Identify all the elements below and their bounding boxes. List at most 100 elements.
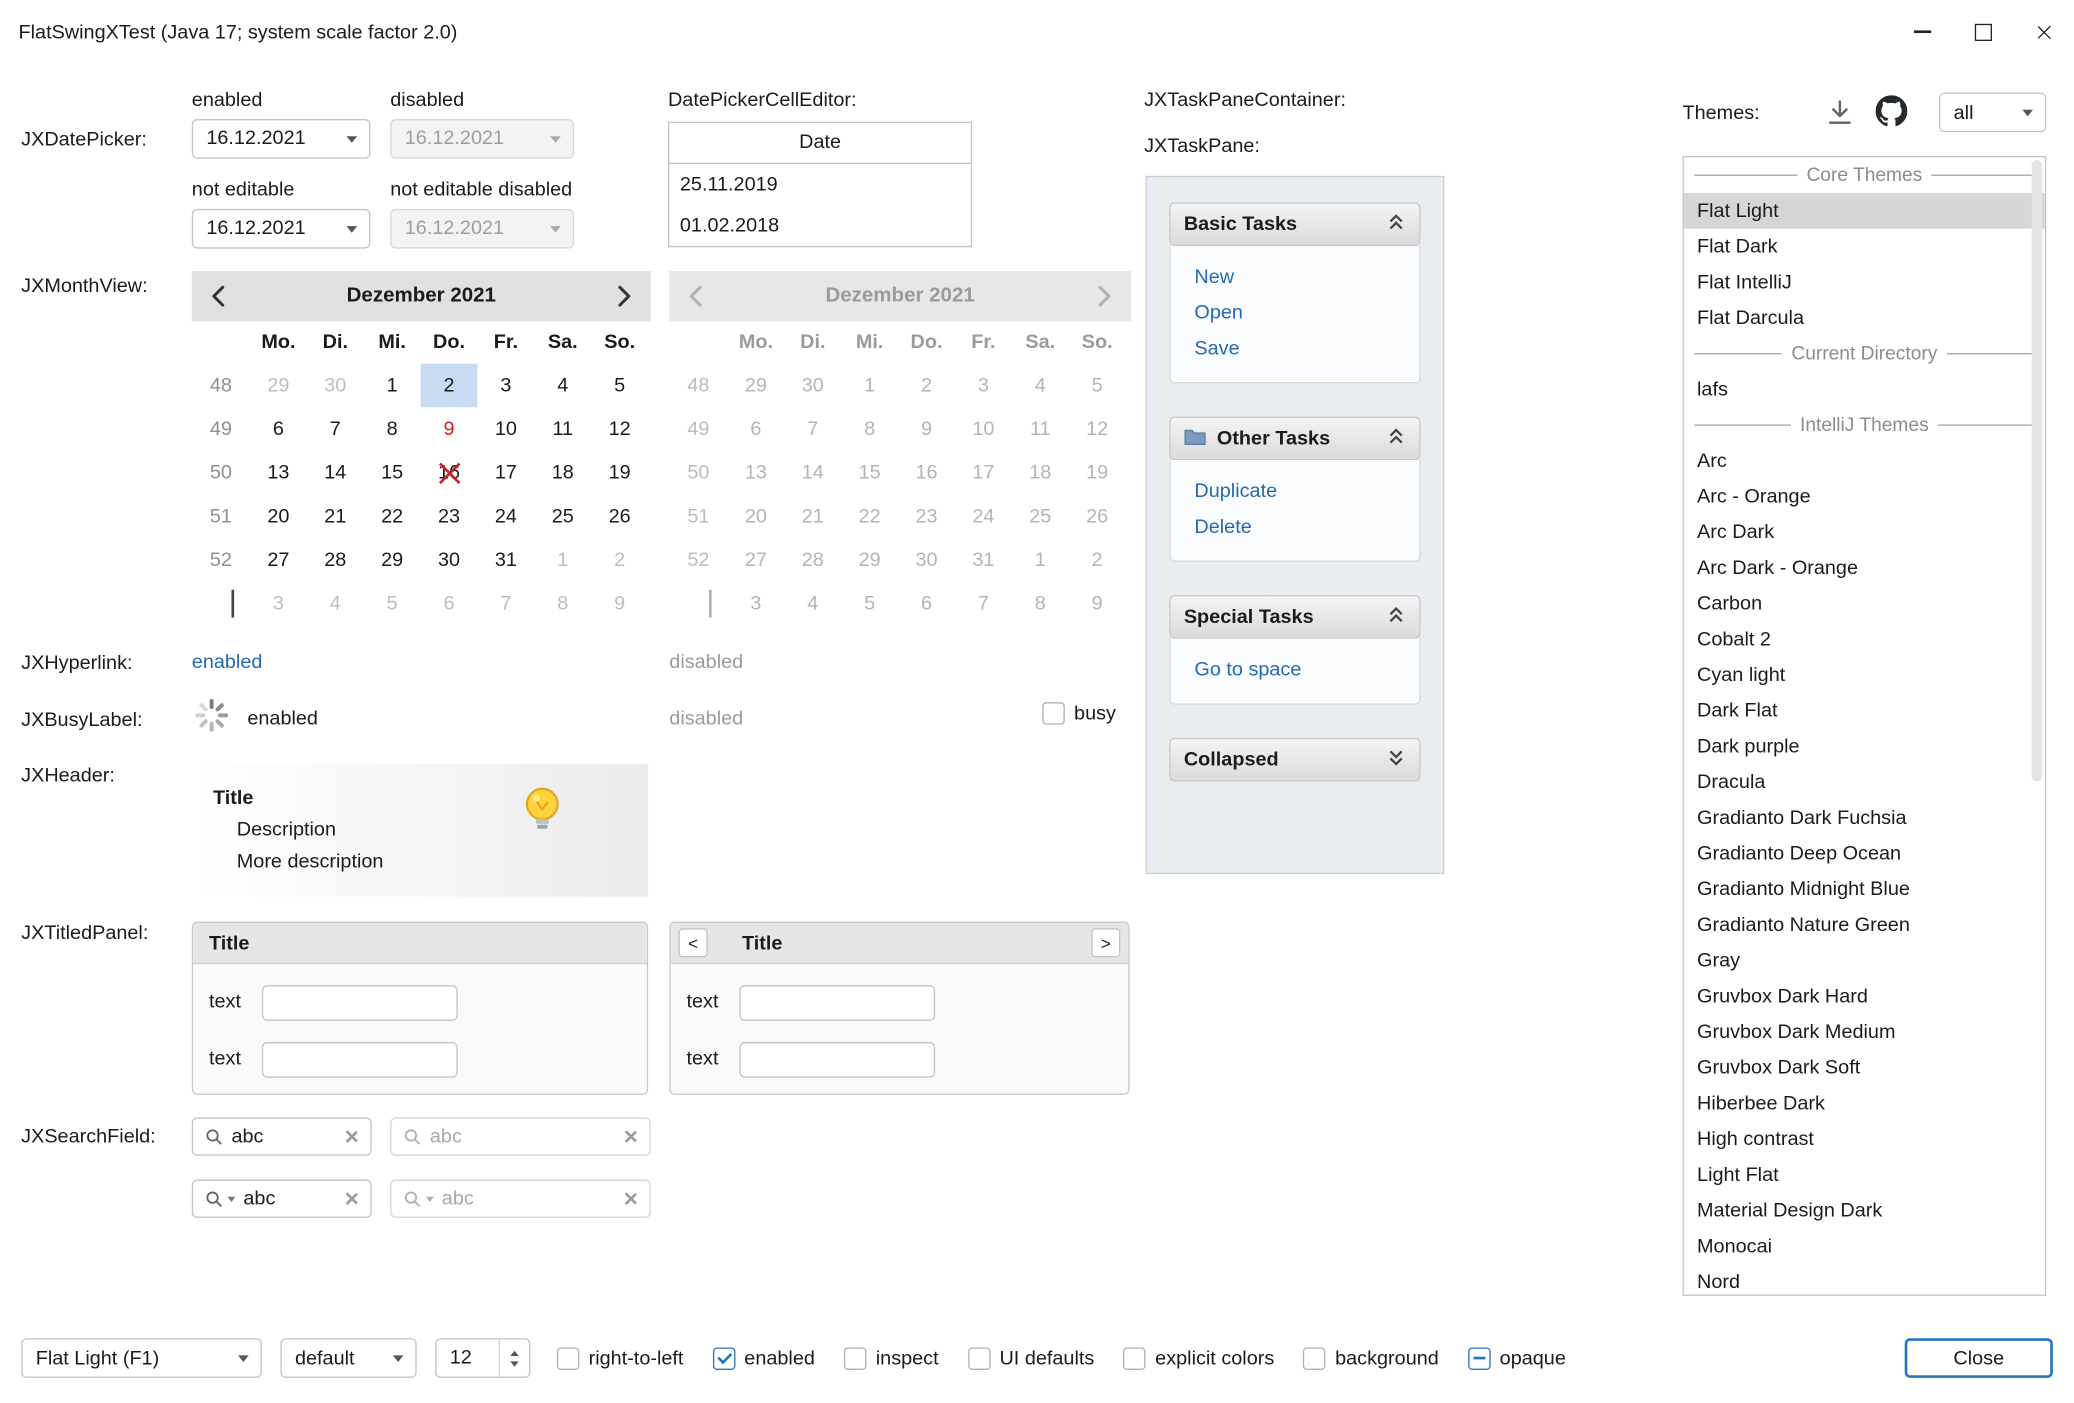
checkbox-background[interactable]: background [1303,1347,1438,1369]
taskpane-header[interactable]: Other Tasks [1169,417,1420,461]
calendar-day[interactable]: 2 [591,538,648,582]
theme-item[interactable]: Flat Dark [1684,229,2045,265]
calendar-day[interactable]: 7 [477,582,534,626]
calendar-day[interactable]: 12 [591,407,648,451]
calendar-day[interactable]: 10 [477,407,534,451]
theme-item[interactable]: Carbon [1684,586,2045,622]
theme-item[interactable]: Gruvbox Dark Hard [1684,979,2045,1015]
calendar-day[interactable]: 1 [534,538,591,582]
table-row[interactable]: 01.02.2018 [669,205,971,246]
theme-item[interactable]: Nord [1684,1264,2045,1296]
calendar-day[interactable]: 23 [421,495,478,539]
theme-item[interactable]: Gruvbox Dark Soft [1684,1050,2045,1086]
calendar-day[interactable]: 2 [421,364,478,408]
taskpane-header[interactable]: Special Tasks [1169,595,1420,639]
calendar-day[interactable]: 5 [364,582,421,626]
taskpane-header[interactable]: Basic Tasks [1169,202,1420,246]
calendar-day[interactable]: 8 [534,582,591,626]
theme-item[interactable]: High contrast [1684,1121,2045,1157]
search-field-with-menu[interactable] [192,1180,372,1218]
calendar-day[interactable]: 9 [421,407,478,451]
checkbox-inspect[interactable]: inspect [844,1347,939,1369]
calendar-day[interactable]: 8 [364,407,421,451]
calendar-day[interactable]: 13 [250,451,307,495]
clear-icon[interactable] [344,1191,359,1206]
theme-item[interactable]: Arc Dark - Orange [1684,550,2045,586]
taskpane-link[interactable]: Delete [1171,509,1420,545]
taskpane-link[interactable]: Open [1171,295,1420,331]
spinner-buttons[interactable] [499,1340,529,1377]
taskpane-chevron[interactable] [1386,425,1406,451]
theme-item[interactable]: Gruvbox Dark Medium [1684,1014,2045,1050]
checkbox-box[interactable] [1123,1347,1145,1369]
table-row[interactable]: 25.11.2019 [669,164,971,205]
theme-item[interactable]: Cobalt 2 [1684,621,2045,657]
datepicker-dropdown-button[interactable] [335,120,369,157]
calendar-day[interactable]: 3 [477,364,534,408]
taskpane-link[interactable]: Go to space [1171,652,1420,688]
calendar-day[interactable]: 7 [307,407,364,451]
taskpane-link[interactable]: Save [1171,331,1420,367]
checkbox-ui-defaults[interactable]: UI defaults [968,1347,1095,1369]
clear-icon[interactable] [344,1129,359,1144]
theme-item[interactable]: Dark purple [1684,729,2045,765]
github-icon[interactable] [1876,95,1908,127]
calendar-day[interactable]: 4 [534,364,591,408]
close-button[interactable]: Close [1905,1338,2053,1378]
next-button[interactable]: > [1091,928,1120,957]
font-combobox[interactable]: default [280,1338,416,1378]
calendar-day[interactable]: 6 [250,407,307,451]
taskpane-link[interactable]: New [1171,259,1420,295]
calendar-day[interactable]: 15 [364,451,421,495]
taskpane-link[interactable]: Duplicate [1171,473,1420,509]
taskpane-chevron[interactable] [1386,211,1406,237]
calendar-day[interactable]: 19 [591,451,648,495]
checkbox-right-to-left[interactable]: right-to-left [557,1347,684,1369]
calendar-day[interactable]: 9 [591,582,648,626]
calendar-day[interactable]: 4 [307,582,364,626]
theme-item[interactable]: Light Flat [1684,1157,2045,1193]
list-scrollbar-thumb[interactable] [2032,160,2043,781]
checkbox-box[interactable] [1042,702,1064,724]
theme-item[interactable]: Flat Darcula [1684,300,2045,336]
calendar-day[interactable]: 30 [307,364,364,408]
checkbox-box[interactable] [1468,1347,1490,1369]
calendar-day[interactable]: 18 [534,451,591,495]
datepicker-not-editable[interactable]: 16.12.2021 [192,209,371,249]
calendar-day[interactable]: 28 [307,538,364,582]
hyperlink-enabled[interactable]: enabled [192,651,263,673]
search-input[interactable] [243,1187,336,1209]
calendar-day[interactable]: 11 [534,407,591,451]
theme-item[interactable]: Arc - Orange [1684,479,2045,515]
calendar-day[interactable]: 31 [477,538,534,582]
download-icon[interactable] [1825,98,1854,127]
theme-item[interactable]: Gradianto Deep Ocean [1684,836,2045,872]
checkbox-box[interactable] [1303,1347,1325,1369]
theme-item[interactable]: lafs [1684,372,2045,408]
calendar-day[interactable]: 26 [591,495,648,539]
theme-item[interactable]: Flat Light [1684,193,2045,229]
taskpane-header[interactable]: Collapsed [1169,738,1420,782]
prev-button[interactable]: < [679,928,708,957]
calendar-day[interactable]: 5 [591,364,648,408]
theme-item[interactable]: Arc [1684,443,2045,479]
checkbox-opaque[interactable]: opaque [1468,1347,1566,1369]
taskpane-chevron[interactable] [1386,746,1406,772]
calendar-day[interactable]: 22 [364,495,421,539]
checkbox-box[interactable] [713,1347,735,1369]
text-input[interactable] [739,985,935,1021]
calendar-day[interactable]: 25 [534,495,591,539]
text-input[interactable] [739,1042,935,1078]
text-input[interactable] [262,1042,458,1078]
theme-item[interactable]: Gray [1684,943,2045,979]
calendar-day[interactable]: 14 [307,451,364,495]
theme-item[interactable]: Flat IntelliJ [1684,264,2045,300]
theme-item[interactable]: Hiberbee Dark [1684,1086,2045,1122]
calendar-day[interactable]: 3 [250,582,307,626]
calendar-day[interactable]: 20 [250,495,307,539]
theme-item[interactable]: Dark Flat [1684,693,2045,729]
checkbox-box[interactable] [844,1347,866,1369]
calendar-day[interactable]: 17 [477,451,534,495]
datepicker-dropdown-button[interactable] [335,210,369,247]
prev-month-button[interactable] [192,284,245,308]
